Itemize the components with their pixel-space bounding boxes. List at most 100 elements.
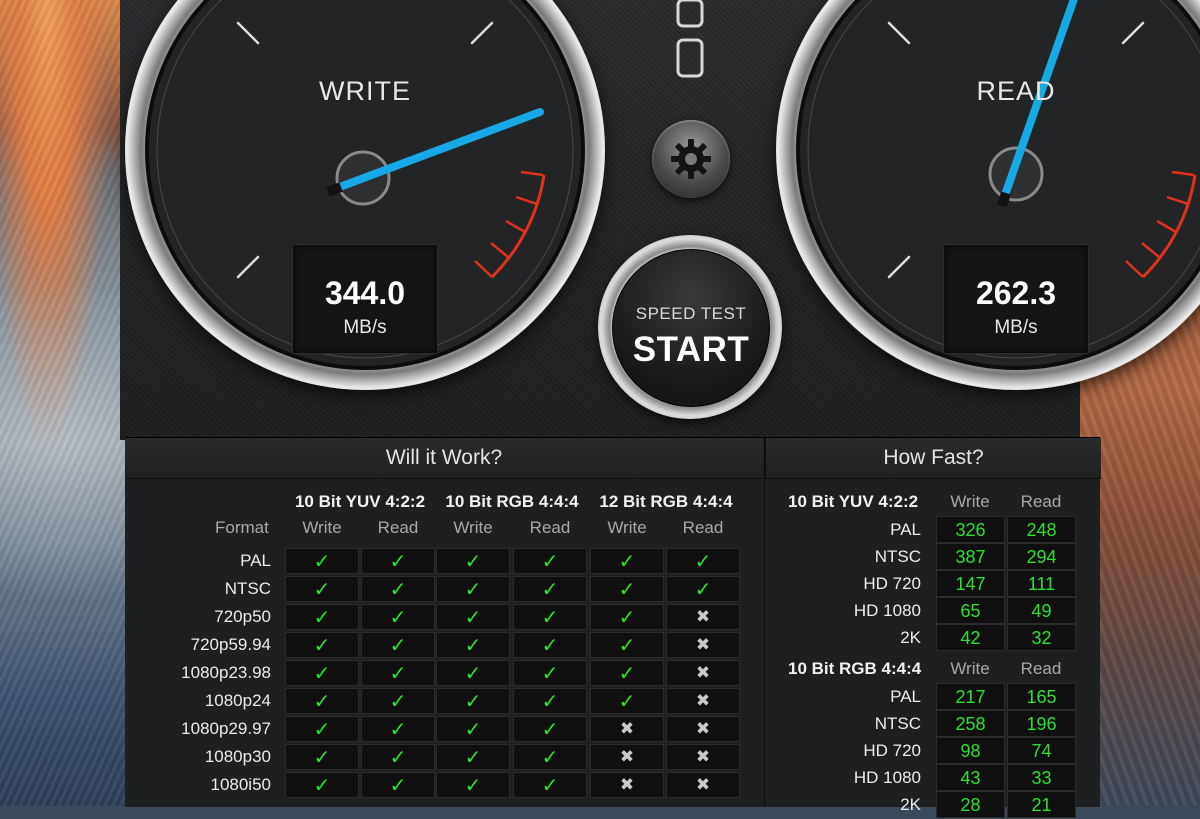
check-icon: ✓ xyxy=(389,578,407,601)
check-icon: ✓ xyxy=(389,690,407,713)
compat-cell: ✓ xyxy=(590,632,664,658)
table-row: HD 720 98 74 xyxy=(765,737,1100,764)
compat-cell: ✓ xyxy=(285,632,359,658)
format-label: 2K xyxy=(900,795,921,814)
check-icon: ✓ xyxy=(389,662,407,685)
compat-cell: ✓ xyxy=(436,548,510,574)
wiw-col-write: Write xyxy=(302,518,342,537)
compat-cell: ✓ xyxy=(590,660,664,686)
table-row: 1080p29.97 ✓ ✓ ✓ ✓ ✖ ✖ xyxy=(134,716,744,742)
wiw-group-rgb444-10: 10 Bit RGB 4:4:4 xyxy=(445,492,579,511)
cross-icon: ✖ xyxy=(695,635,711,654)
check-icon: ✓ xyxy=(313,634,331,657)
compat-cell: ✓ xyxy=(590,576,664,602)
read-gauge-title: READ xyxy=(976,76,1056,106)
table-row: 2K 28 21 xyxy=(765,791,1100,818)
check-icon: ✓ xyxy=(313,718,331,741)
wiw-col-read: Read xyxy=(682,518,724,537)
compat-cell: ✖ xyxy=(666,604,740,630)
compat-cell: ✓ xyxy=(361,604,435,630)
results-panel: Will it Work? How Fast? 10 Bit YUV 4:2:2… xyxy=(125,437,1101,818)
fps-read-cell: 33 xyxy=(1007,764,1076,791)
compat-cell: ✓ xyxy=(361,772,435,798)
table-row: PAL 326 248 xyxy=(765,516,1100,543)
compat-cell: ✓ xyxy=(361,660,435,686)
check-icon: ✓ xyxy=(313,606,331,629)
check-icon: ✓ xyxy=(313,690,331,713)
table-row: PAL ✓ ✓ ✓ ✓ ✓ ✓ xyxy=(134,548,744,574)
settings-button[interactable] xyxy=(652,120,730,198)
compat-cell: ✓ xyxy=(361,576,435,602)
format-label: NTSC xyxy=(224,579,271,598)
cross-icon: ✖ xyxy=(619,719,635,738)
check-icon: ✓ xyxy=(541,774,559,797)
hf-col-write: Write xyxy=(950,659,990,678)
check-icon: ✓ xyxy=(541,690,559,713)
fps-read-cell: 165 xyxy=(1007,683,1076,710)
compat-cell: ✓ xyxy=(361,716,435,742)
format-label: 1080p30 xyxy=(204,747,271,766)
check-icon: ✓ xyxy=(618,606,636,629)
table-row: 1080i50 ✓ ✓ ✓ ✓ ✖ ✖ xyxy=(134,772,744,798)
check-icon: ✓ xyxy=(389,634,407,657)
compat-cell: ✓ xyxy=(361,548,435,574)
check-icon: ✓ xyxy=(464,718,482,741)
wiw-group-rgb444-12: 12 Bit RGB 4:4:4 xyxy=(599,492,733,511)
compat-cell: ✓ xyxy=(513,716,587,742)
wiw-col-read: Read xyxy=(529,518,571,537)
format-label: 1080p29.97 xyxy=(181,719,271,738)
check-icon: ✓ xyxy=(694,550,712,573)
how-fast-header: How Fast? xyxy=(765,438,1101,479)
compat-cell: ✖ xyxy=(666,744,740,770)
fps-write-cell: 42 xyxy=(936,624,1005,651)
start-button-face: SPEED TEST START xyxy=(612,249,770,407)
cross-icon: ✖ xyxy=(695,775,711,794)
compat-cell: ✖ xyxy=(590,744,664,770)
compat-cell: ✖ xyxy=(666,772,740,798)
table-row: HD 720 147 111 xyxy=(765,570,1100,597)
format-label: HD 720 xyxy=(863,741,921,760)
read-speed-unit: MB/s xyxy=(994,317,1038,338)
start-speed-test-button[interactable]: SPEED TEST START xyxy=(598,235,782,419)
fps-read-cell: 32 xyxy=(1007,624,1076,651)
cross-icon: ✖ xyxy=(695,747,711,766)
check-icon: ✓ xyxy=(313,578,331,601)
wiw-group-yuv422: 10 Bit YUV 4:2:2 xyxy=(294,492,426,511)
compat-cell: ✓ xyxy=(436,716,510,742)
compat-cell: ✓ xyxy=(436,576,510,602)
check-icon: ✓ xyxy=(541,578,559,601)
check-icon: ✓ xyxy=(464,774,482,797)
write-speed-unit: MB/s xyxy=(343,317,387,338)
check-icon: ✓ xyxy=(464,746,482,769)
blackmagic-logo-icon xyxy=(676,0,704,78)
format-label: PAL xyxy=(890,687,921,706)
fps-write-cell: 98 xyxy=(936,737,1005,764)
check-icon: ✓ xyxy=(389,550,407,573)
check-icon: ✓ xyxy=(541,634,559,657)
table-row: HD 1080 43 33 xyxy=(765,764,1100,791)
table-row: 720p59.94 ✓ ✓ ✓ ✓ ✓ ✖ xyxy=(134,632,744,658)
check-icon: ✓ xyxy=(541,550,559,573)
fps-write-cell: 147 xyxy=(936,570,1005,597)
format-label: PAL xyxy=(890,520,921,539)
hf-col-read: Read xyxy=(1020,492,1062,511)
compat-cell: ✓ xyxy=(285,604,359,630)
compat-cell: ✓ xyxy=(285,688,359,714)
fps-write-cell: 387 xyxy=(936,543,1005,570)
format-label: HD 1080 xyxy=(853,768,921,787)
gear-icon xyxy=(671,139,711,179)
compat-cell: ✓ xyxy=(361,632,435,658)
cross-icon: ✖ xyxy=(695,719,711,738)
compat-cell: ✓ xyxy=(513,744,587,770)
compat-cell: ✓ xyxy=(513,772,587,798)
compat-cell: ✓ xyxy=(436,632,510,658)
write-speed-value: 344.0 xyxy=(324,275,406,311)
check-icon: ✓ xyxy=(313,746,331,769)
cross-icon: ✖ xyxy=(619,775,635,794)
compat-cell: ✓ xyxy=(590,604,664,630)
format-label: HD 1080 xyxy=(853,601,921,620)
fps-write-cell: 217 xyxy=(936,683,1005,710)
check-icon: ✓ xyxy=(389,774,407,797)
check-icon: ✓ xyxy=(389,606,407,629)
compat-cell: ✓ xyxy=(590,548,664,574)
